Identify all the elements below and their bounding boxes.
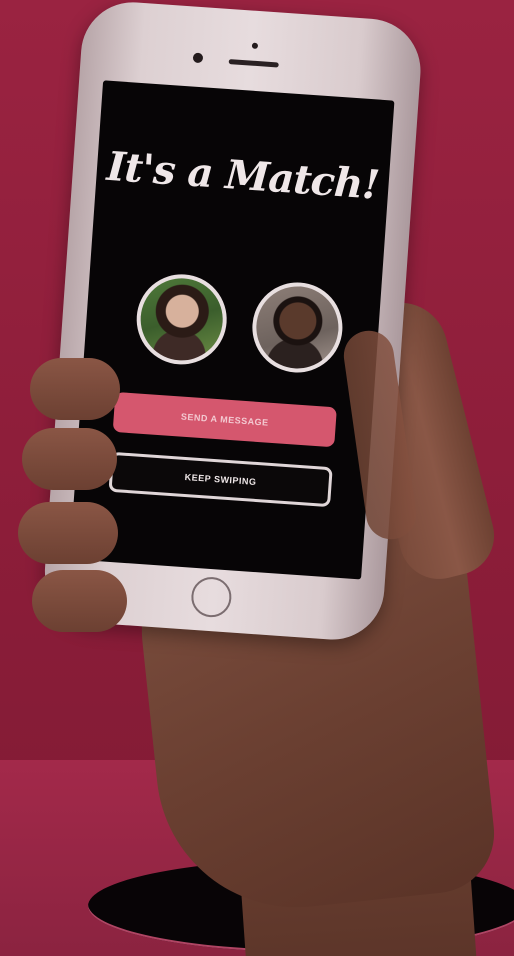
avatar-left[interactable] — [133, 271, 230, 368]
front-camera — [192, 52, 204, 64]
hand-finger-4 — [32, 570, 127, 632]
photo-scene: It's a Match! Send a message Keep swipin… — [0, 0, 514, 956]
earpiece-speaker — [228, 59, 279, 68]
hand-finger-3 — [18, 502, 118, 564]
keep-swiping-button[interactable]: Keep swiping — [108, 451, 333, 508]
send-message-button[interactable]: Send a message — [112, 391, 337, 448]
match-title: It's a Match! — [105, 142, 381, 209]
proximity-sensor — [251, 42, 259, 50]
home-button-icon[interactable] — [190, 575, 233, 619]
hand-finger-2 — [22, 428, 117, 490]
avatar-right[interactable] — [249, 279, 346, 376]
hand-finger-1 — [30, 358, 120, 420]
phone-screen: It's a Match! Send a message Keep swipin… — [69, 80, 395, 580]
